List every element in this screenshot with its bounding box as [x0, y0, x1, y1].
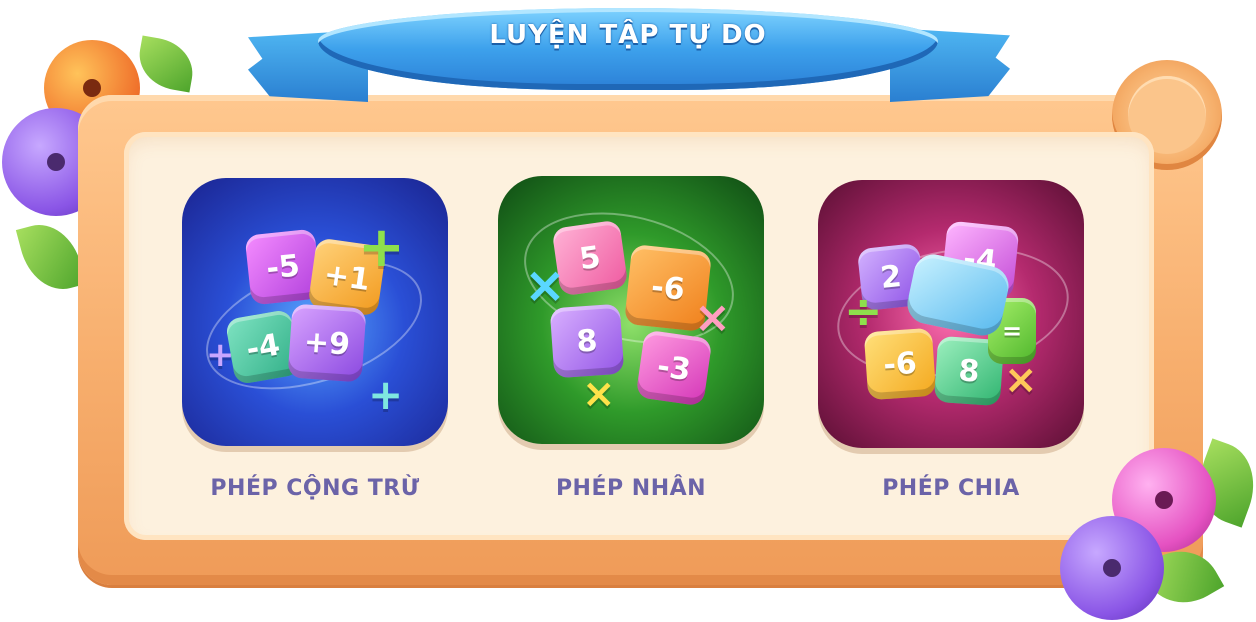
plus-icon: + [358, 215, 405, 280]
card-label[interactable]: PHÉP NHÂN [498, 476, 764, 501]
leaf-icon [15, 216, 87, 298]
number-cube: +9 [287, 303, 367, 383]
berry-icon [1060, 516, 1164, 620]
card-division[interactable]: 2 -4 -6 8 = ÷ × [818, 180, 1084, 448]
card-multiplication[interactable]: 5 -6 8 -3 × × × [498, 176, 764, 444]
multiply-icon: × [582, 371, 616, 417]
multiply-icon: × [694, 292, 731, 343]
card-label[interactable]: PHÉP CỘNG TRỪ [182, 476, 448, 501]
leaf-icon [134, 35, 198, 93]
multiply-icon: × [1004, 357, 1038, 403]
card-addition-subtraction[interactable]: -5 +1 -4 +9 + + + [182, 178, 448, 446]
multiply-icon: × [524, 256, 566, 314]
divide-icon: ÷ [844, 284, 883, 338]
number-cube: -6 [863, 327, 937, 401]
number-cube: 8 [549, 303, 625, 379]
plus-icon: + [368, 370, 404, 419]
page-title: LUYỆN TẬP TỰ DO [489, 20, 767, 50]
plus-icon: + [206, 335, 235, 375]
card-label[interactable]: PHÉP CHIA [818, 476, 1084, 501]
